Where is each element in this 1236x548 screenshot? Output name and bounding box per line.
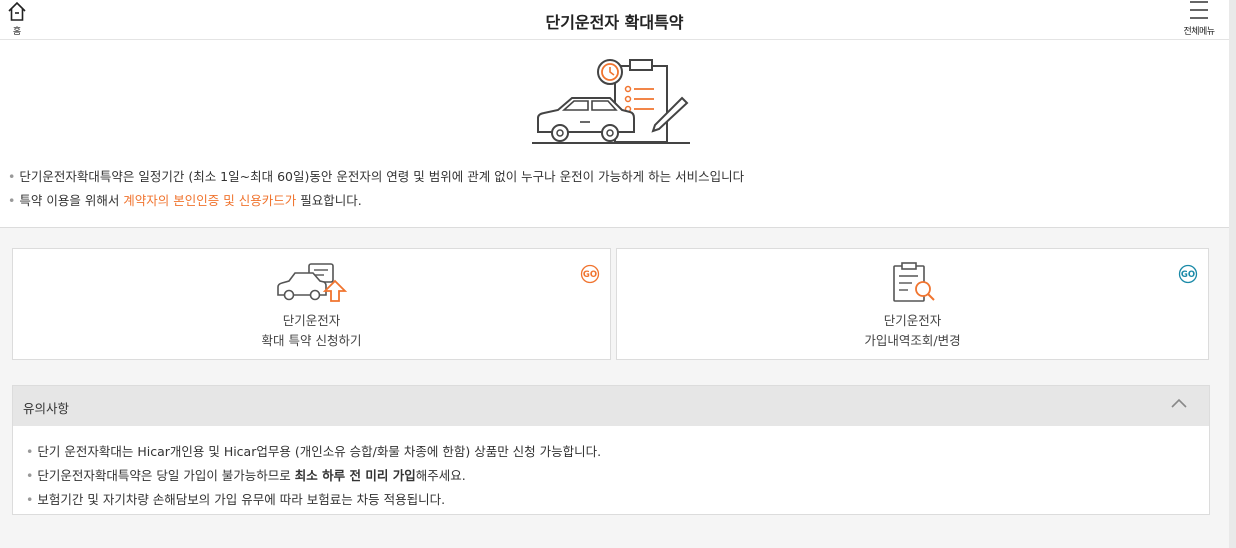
svg-text:GO: GO: [583, 270, 597, 280]
car-document-illustration: [532, 59, 690, 144]
card-subtitle: 가입내역조회/변경: [864, 333, 961, 348]
notice-text-2b: 해주세요.: [415, 468, 466, 483]
go-icon: GO: [1178, 264, 1198, 284]
notice-text-2a: 단기운전자확대특약은 당일 가입이 불가능하므로: [37, 468, 295, 483]
notice-emphasis: 최소 하루 전 미리 가입: [294, 468, 416, 483]
notice-item: • 단기 운전자확대는 Hicar개인용 및 Hicar업무용 (개인소유 승합/…: [26, 441, 601, 460]
bullet-dot: •: [26, 444, 34, 459]
notice-panel: 유의사항 • 단기 운전자확대는 Hicar개인용 및 Hicar업무용 (개인소…: [12, 385, 1210, 515]
notice-item: • 보험기간 및 자기차량 손해담보의 가입 유무에 따라 보험료는 차등 적용됩…: [26, 489, 445, 508]
hamburger-menu-icon: [1190, 1, 1208, 19]
bullet-dot: •: [26, 468, 34, 483]
notice-text-3: 보험기간 및 자기차량 손해담보의 가입 유무에 따라 보험료는 차등 적용됩니…: [37, 492, 446, 507]
notice-title: 유의사항: [23, 401, 70, 416]
bullet-dot: •: [8, 193, 16, 208]
intro-text-1: 단기운전자확대특약은 일정기간 (최소 1일~최대 60일)동안 운전자의 연령…: [19, 169, 745, 184]
card-title: 단기운전자: [883, 313, 942, 328]
full-menu-label: 전체메뉴: [1183, 27, 1215, 37]
notice-header[interactable]: 유의사항: [13, 386, 1209, 426]
full-menu-button[interactable]: 전체메뉴: [1176, 0, 1222, 38]
intro-highlight: 계약자의 본인인증 및 신용카드가: [123, 193, 297, 208]
intro-text-2b: 필요합니다.: [296, 193, 362, 208]
page-title: 단기운전자 확대특약: [545, 13, 684, 32]
intro-description: • 단기운전자확대특약은 일정기간 (최소 1일~최대 60일)동안 운전자의 연…: [8, 166, 744, 185]
apply-extension-card[interactable]: GO 단기운전자 확대 특약 신청하기: [12, 248, 611, 360]
header: 홈 단기운전자 확대특약 전체메뉴: [0, 0, 1229, 40]
notice-text-1: 단기 운전자확대는 Hicar개인용 및 Hicar업무용 (개인소유 승합/화…: [37, 444, 602, 459]
intro-requirement: • 특약 이용을 위해서 계약자의 본인인증 및 신용카드가 필요합니다.: [8, 190, 362, 209]
scrollbar[interactable]: [1229, 0, 1236, 548]
svg-text:GO: GO: [1181, 270, 1195, 280]
intro-text-2a: 특약 이용을 위해서: [19, 193, 124, 208]
bullet-dot: •: [8, 169, 16, 184]
bullet-dot: •: [26, 492, 34, 507]
view-change-subscription-card[interactable]: GO 단기운전자 가입내역조회/변경: [616, 248, 1209, 360]
clipboard-search-icon: [892, 262, 935, 302]
go-icon: GO: [580, 264, 600, 284]
card-title: 단기운전자: [282, 313, 341, 328]
intro-section: • 단기운전자확대특약은 일정기간 (최소 1일~최대 60일)동안 운전자의 연…: [0, 40, 1229, 228]
chevron-up-icon[interactable]: [1171, 398, 1187, 410]
car-upgrade-icon: [276, 263, 347, 302]
notice-item: • 단기운전자확대특약은 당일 가입이 불가능하므로 최소 하루 전 미리 가입해…: [26, 465, 466, 484]
card-subtitle: 확대 특약 신청하기: [261, 333, 362, 348]
